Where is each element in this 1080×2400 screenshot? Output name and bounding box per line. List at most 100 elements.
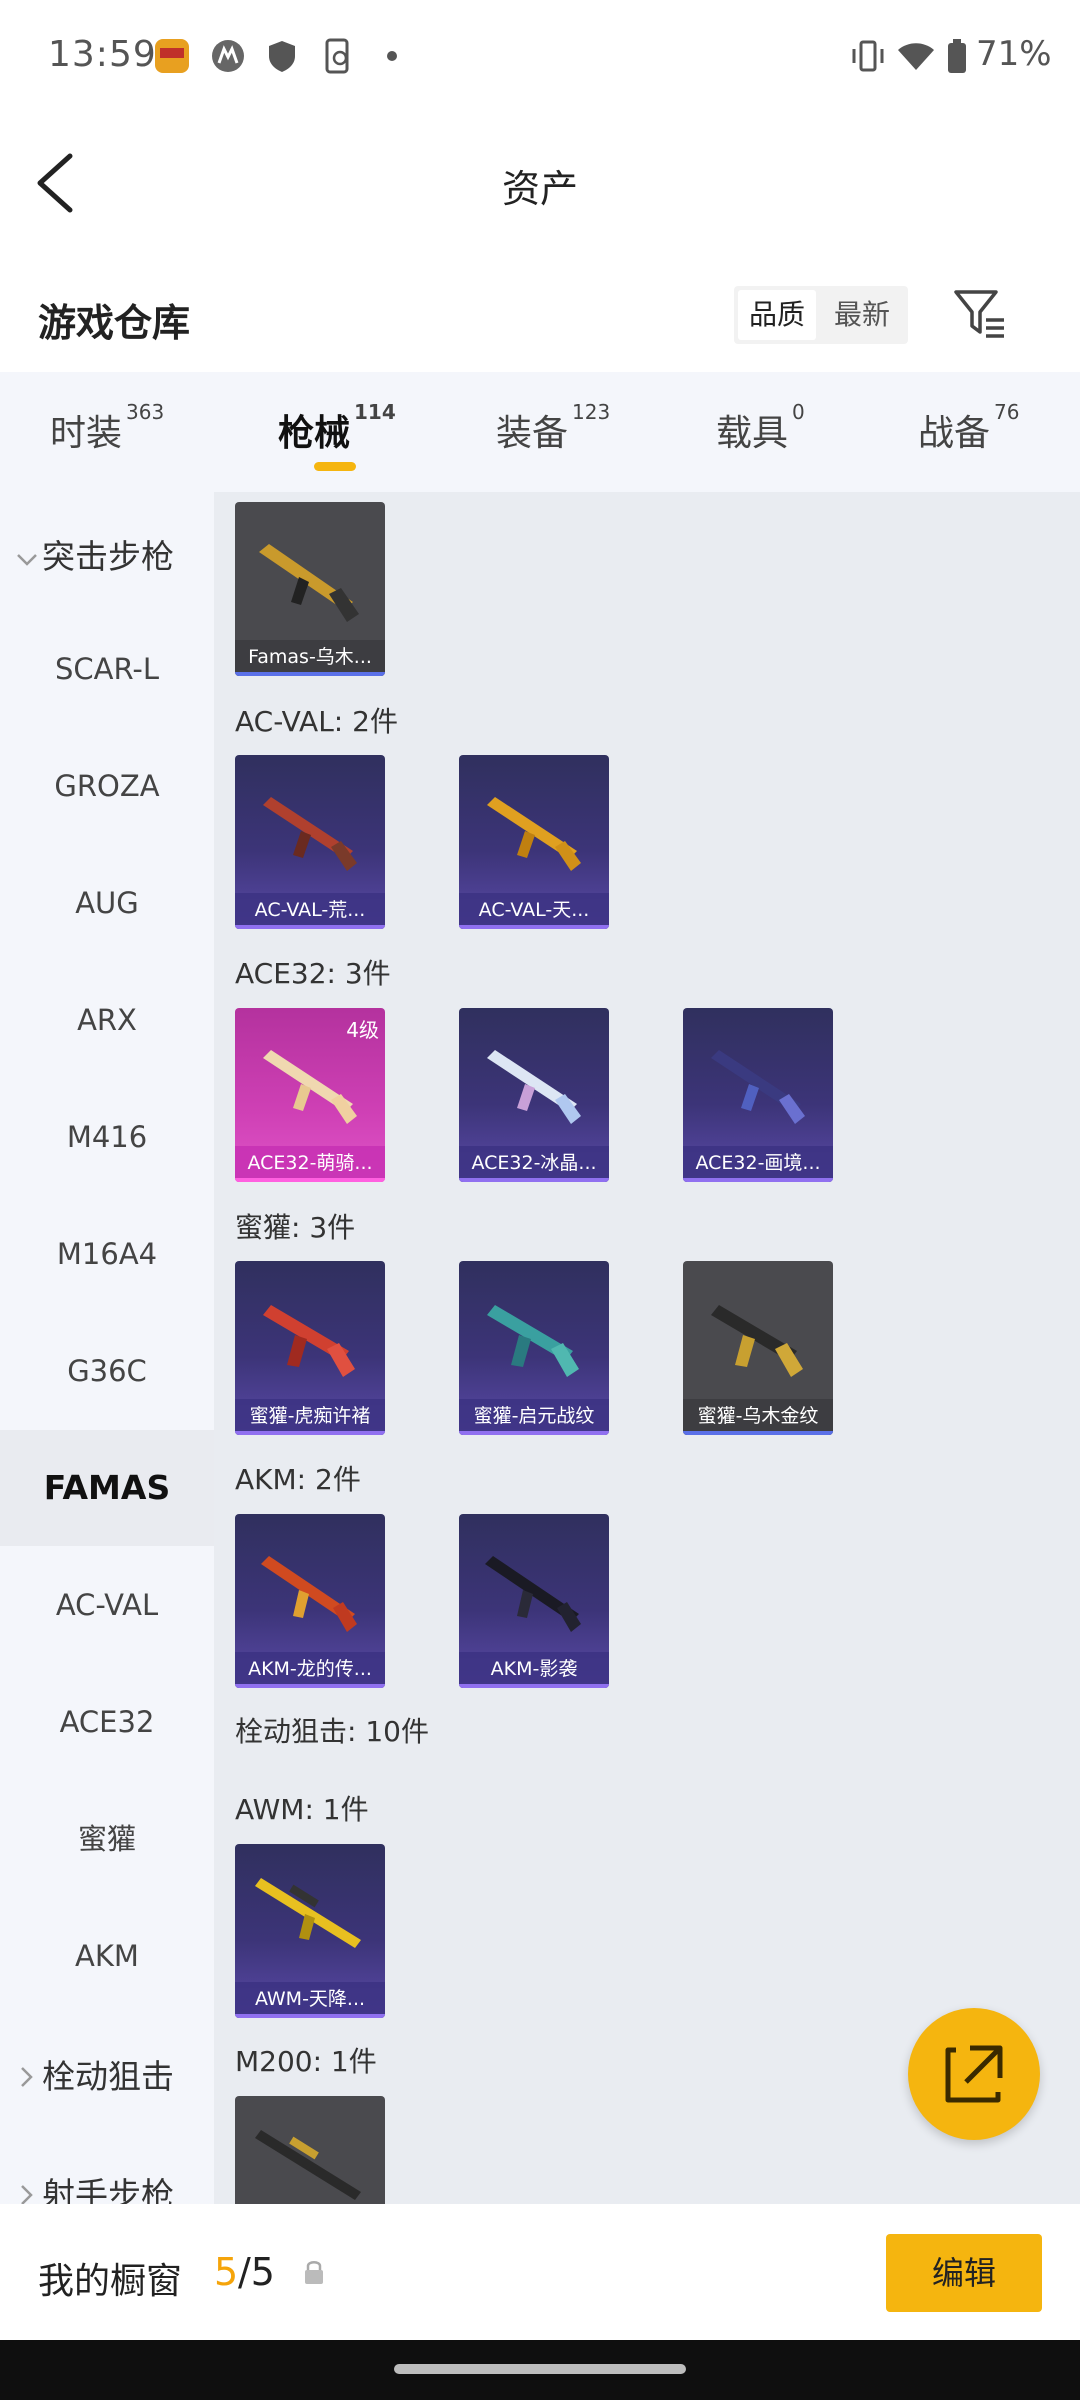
skin-card[interactable]: ACE32-冰晶...: [459, 1008, 609, 1182]
skin-name: 蜜獾-乌木金纹: [683, 1399, 833, 1435]
filter-button[interactable]: [952, 286, 1008, 342]
rifle-icon: [263, 1305, 355, 1377]
showcase-total: /5: [238, 2250, 275, 2294]
skin-card[interactable]: AKM-龙的传...: [235, 1514, 385, 1688]
sidebar-group-label: 突击步枪: [42, 537, 174, 576]
sidebar-item-ac-val[interactable]: AC-VAL: [0, 1547, 214, 1663]
sidebar-item-arx[interactable]: ARX: [0, 962, 214, 1078]
rifle-icon: [487, 1050, 581, 1124]
showcase-count: 5: [214, 2250, 239, 2294]
skin-card[interactable]: AC-VAL-天...: [459, 755, 609, 929]
skin-card[interactable]: 4级 ACE32-萌骑...: [235, 1008, 385, 1182]
status-time: 13:59: [48, 34, 157, 75]
tab-vehicles[interactable]: 载具0: [716, 400, 805, 456]
sidebar-item-ace32[interactable]: ACE32: [0, 1664, 214, 1780]
sort-toggle: 品质 最新: [734, 286, 908, 344]
skin-card[interactable]: [235, 2096, 385, 2204]
shield-icon: [264, 38, 300, 74]
skin-name: ACE32-萌骑...: [235, 1146, 385, 1182]
tab-count: 76: [994, 400, 1020, 424]
skin-card[interactable]: 蜜獾-启元战纹: [459, 1261, 609, 1435]
group-header-awm: AWM: 1件: [235, 1793, 369, 1826]
chevron-right-icon: [21, 2067, 33, 2087]
sort-quality-button[interactable]: 品质: [738, 290, 816, 340]
game-app-icon: [154, 38, 190, 74]
sidebar-item-aug[interactable]: AUG: [0, 845, 214, 961]
skin-name: ACE32-画境...: [683, 1146, 833, 1182]
skin-name: AC-VAL-天...: [459, 893, 609, 929]
sidebar-item-m16a4[interactable]: M16A4: [0, 1196, 214, 1312]
skin-card[interactable]: Famas-乌木...: [235, 502, 385, 676]
rifle-icon: [261, 1556, 357, 1632]
skin-name: 蜜獾-启元战纹: [459, 1399, 609, 1435]
sync-phone-icon: [320, 38, 356, 74]
filter-icon: [954, 290, 1004, 338]
sidebar-item-famas[interactable]: FAMAS: [0, 1430, 214, 1546]
home-indicator[interactable]: [394, 2364, 686, 2374]
rifle-icon: [711, 1305, 803, 1377]
battery-level: 71%: [976, 34, 1052, 74]
chevron-right-icon: [21, 2185, 33, 2205]
group-header-bolt-action: 栓动狙击: 10件: [235, 1715, 429, 1748]
tab-count: 363: [126, 400, 165, 424]
sidebar-group-label: 栓动狙击: [42, 2057, 174, 2096]
dot-icon: [374, 38, 410, 74]
chevron-down-icon: [17, 554, 37, 566]
skin-card[interactable]: 蜜獾-乌木金纹: [683, 1261, 833, 1435]
sniper-icon: [255, 2130, 361, 2200]
tab-fashion[interactable]: 时装363: [50, 400, 164, 456]
sidebar-item-honey-badger[interactable]: 蜜獾: [0, 1781, 214, 1897]
tab-label: 枪械: [278, 413, 351, 454]
skin-name: ACE32-冰晶...: [459, 1146, 609, 1182]
tab-label: 战备: [918, 413, 991, 454]
group-header-akm: AKM: 2件: [235, 1463, 361, 1496]
tab-firearms[interactable]: 枪械114: [278, 400, 396, 456]
rifle-icon: [259, 544, 359, 622]
skin-name: AKM-龙的传...: [235, 1652, 385, 1688]
wifi-icon: [896, 38, 934, 74]
vibrate-icon: [850, 38, 886, 74]
skin-name: AWM-天降...: [235, 1982, 385, 2018]
group-header-ace32: ACE32: 3件: [235, 957, 391, 990]
tab-label: 时装: [50, 413, 123, 454]
tab-supplies[interactable]: 战备76: [918, 400, 1019, 456]
edit-button[interactable]: 编辑: [886, 2234, 1042, 2312]
tab-label: 装备: [496, 413, 569, 454]
sidebar-item-g36c[interactable]: G36C: [0, 1313, 214, 1429]
skin-card[interactable]: AKM-影袭: [459, 1514, 609, 1688]
group-header-honey-badger: 蜜獾: 3件: [235, 1211, 356, 1244]
skin-card[interactable]: AWM-天降...: [235, 1844, 385, 2018]
skin-card[interactable]: ACE32-画境...: [683, 1008, 833, 1182]
lock-icon: [302, 2258, 326, 2290]
sidebar-group-bolt-action[interactable]: 栓动狙击: [16, 2050, 174, 2098]
item-grid: Famas-乌木... AC-VAL: 2件 AC-VAL-荒... AC-VA…: [214, 492, 1080, 2204]
sidebar-item-scar-l[interactable]: SCAR-L: [0, 611, 214, 727]
group-header-ac-val: AC-VAL: 2件: [235, 705, 398, 738]
sidebar-group-assault-rifles[interactable]: 突击步枪: [16, 530, 174, 578]
skin-card[interactable]: AC-VAL-荒...: [235, 755, 385, 929]
skin-name: AKM-影袭: [459, 1652, 609, 1688]
rifle-icon: [263, 797, 357, 871]
motorola-icon: [210, 38, 246, 74]
share-icon: [945, 2045, 1003, 2103]
tab-equipment[interactable]: 装备123: [496, 400, 610, 456]
page-title: 资产: [501, 167, 578, 211]
sort-newest-button[interactable]: 最新: [820, 290, 904, 340]
skin-card[interactable]: 蜜獾-虎痴许褚: [235, 1261, 385, 1435]
tab-count: 114: [354, 400, 396, 424]
sniper-icon: [255, 1878, 361, 1948]
sidebar-item-akm[interactable]: AKM: [0, 1898, 214, 2014]
sidebar-item-groza[interactable]: GROZA: [0, 728, 214, 844]
tab-label: 载具: [716, 413, 789, 454]
active-tab-indicator: [314, 462, 356, 471]
rifle-icon: [485, 1556, 581, 1632]
tab-count: 123: [572, 400, 611, 424]
level-badge: 4级: [346, 1018, 379, 1042]
sidebar-item-m416[interactable]: M416: [0, 1079, 214, 1195]
skin-name: Famas-乌木...: [235, 640, 385, 676]
group-header-m200: M200: 1件: [235, 2045, 377, 2078]
rifle-icon: [487, 1305, 579, 1377]
rifle-icon: [487, 797, 581, 871]
share-button[interactable]: [908, 2008, 1040, 2140]
rifle-icon: [263, 1050, 357, 1124]
